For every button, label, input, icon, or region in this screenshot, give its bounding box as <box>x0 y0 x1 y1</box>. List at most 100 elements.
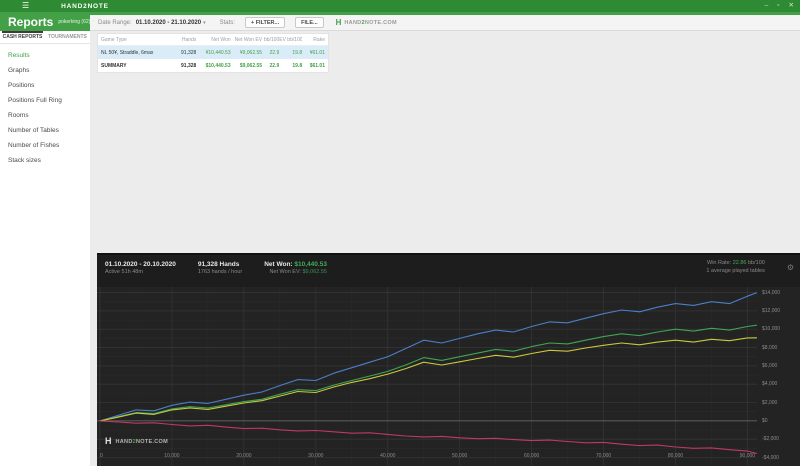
graph-hands-per-hour: 1763 hands / hour <box>197 269 243 276</box>
sidebar: Reports pokerking (62) ▾ CASH REPORTS TO… <box>0 12 94 466</box>
results-table: Game Type Hands Net Won Net Won EV bb/10… <box>97 33 329 73</box>
x-axis-tick-label: 80,000 <box>667 453 684 459</box>
account-dropdown[interactable]: pokerking (62) ▾ <box>58 19 94 25</box>
x-axis-tick-label: 30,000 <box>308 453 324 459</box>
sidebar-item-positions[interactable]: Positions <box>0 78 90 93</box>
sidebar-item-stack-sizes[interactable]: Stack sizes <box>0 153 90 168</box>
column-hands[interactable]: Hands <box>170 37 196 43</box>
brand-text: HAND2NOTE.COM <box>344 19 397 26</box>
close-icon[interactable]: ✕ <box>789 2 794 10</box>
graph-hands-group: 91,328 Hands 1763 hands / hour <box>198 260 242 277</box>
y-axis-tick-label: $8,000 <box>762 344 778 351</box>
sidebar-item-number-of-tables[interactable]: Number of Tables <box>0 123 90 138</box>
header-accent-strip <box>0 12 800 15</box>
cell-bb100: 22.9 <box>269 62 280 69</box>
cell-bb100: 22.9 <box>269 49 280 56</box>
column-ev-bb100[interactable]: EV bb/100 <box>279 37 302 43</box>
cell-hands: 91,328 <box>181 49 197 56</box>
hamburger-menu-icon[interactable]: ☰ <box>22 2 29 10</box>
winnings-line-chart[interactable]: H HAND2NOTE.COM $14,000 $12,000 $10,000 $8,… <box>97 287 800 466</box>
cell-rake: ¥61.01 <box>309 49 325 56</box>
y-axis-tick-label: -$2,000 <box>762 436 779 443</box>
y-axis-tick-label: $4,000 <box>762 381 778 388</box>
column-bb100[interactable]: bb/100 <box>262 37 279 43</box>
stats-label: Stats: <box>219 19 235 26</box>
gear-icon[interactable]: ⚙ <box>787 263 794 272</box>
date-range-selector[interactable]: 01.10.2020 - 21.10.2020 <box>136 20 201 26</box>
date-range-label: Date Range: <box>98 19 132 26</box>
graph-winrate-group: Win Rate: 22.86 bb/100 1 average played … <box>706 260 764 276</box>
table-row[interactable]: NL 50¥, Straddle, 6max 91,328 ¥10,440.53… <box>98 46 328 59</box>
x-axis-tick-label: 90,000 <box>739 453 756 459</box>
watermark-text: HAND2NOTE.COM <box>115 438 168 445</box>
x-axis-tick-label: 60,000 <box>523 453 540 459</box>
cell-game-type: NL 50¥, Straddle, 6max <box>101 49 154 56</box>
chart-watermark: H HAND2NOTE.COM <box>105 437 168 446</box>
page-title: Reports <box>8 14 54 29</box>
file-button[interactable]: FILE... <box>295 17 324 28</box>
win-rate-value: 22.86 <box>732 260 747 266</box>
sidebar-menu: Results Graphs Positions Positions Full … <box>0 44 90 168</box>
table-header-row: Game Type Hands Net Won Net Won EV bb/10… <box>98 34 328 46</box>
maximize-icon[interactable]: ▫ <box>777 2 779 10</box>
cell-net-won-ev: ¥9,062.55 <box>239 49 263 56</box>
win-rate-unit: bb/100 <box>748 260 765 266</box>
net-won-label: Net Won: <box>264 261 293 268</box>
cell-ev-bb100: 19.8 <box>292 62 303 69</box>
net-won-value: $10,440.53 <box>294 261 327 268</box>
yellow-line <box>99 337 758 422</box>
filter-button[interactable]: + FILTER... <box>244 17 286 28</box>
x-axis-tick-label: 20,000 <box>236 453 252 459</box>
app-title: HAND2NOTE <box>61 2 109 10</box>
cell-ev-bb100: 19.8 <box>292 49 303 56</box>
cell-net-won: ¥10,440.53 <box>205 49 231 56</box>
hand2note-logo-icon: H <box>105 436 112 446</box>
graph-panel: 01.10.2020 - 20.10.2020 Active 51h 48m 9… <box>97 253 800 466</box>
y-axis-tick-label: $10,000 <box>762 326 781 333</box>
graph-active-time: Active 51h 48m <box>105 269 143 276</box>
column-net-won[interactable]: Net Won <box>196 37 230 43</box>
graph-date-range: 01.10.2020 - 20.10.2020 <box>105 261 176 268</box>
table-row-summary[interactable]: SUMMARY 91,328 $10,440.53 $9,062.55 22.9… <box>98 59 328 72</box>
sidebar-item-results[interactable]: Results <box>0 48 90 63</box>
toolbar: Date Range: 01.10.2020 - 21.10.2020 ▾ St… <box>90 15 800 31</box>
sidebar-item-graphs[interactable]: Graphs <box>0 63 90 78</box>
report-type-tabs: CASH REPORTS TOURNAMENTS <box>0 31 90 44</box>
x-axis-tick-label: 70,000 <box>595 453 612 459</box>
brand-link[interactable]: H HAND2NOTE.COM <box>335 17 397 27</box>
sidebar-item-rooms[interactable]: Rooms <box>0 108 90 123</box>
column-net-won-ev[interactable]: Net Won EV <box>231 37 262 43</box>
avg-tables: 1 average played tables <box>706 267 765 274</box>
column-game-type[interactable]: Game Type <box>101 37 170 43</box>
x-axis-tick-label: 40,000 <box>380 453 396 459</box>
minimize-icon[interactable]: – <box>765 2 769 10</box>
column-rake[interactable]: Rake <box>302 37 325 43</box>
y-axis-tick-label: $12,000 <box>762 307 781 314</box>
graph-header: 01.10.2020 - 20.10.2020 Active 51h 48m 9… <box>97 255 800 287</box>
net-won-ev-label: Net Won EV: <box>269 269 301 276</box>
y-axis-tick-label: $2,000 <box>762 399 778 406</box>
cell-net-won-ev: $9,062.55 <box>239 62 263 69</box>
y-axis-tick-label: -$4,000 <box>762 454 779 461</box>
cell-hands: 91,328 <box>181 62 197 69</box>
tab-cash-reports[interactable]: CASH REPORTS <box>0 31 45 43</box>
net-won-ev-value: $9,062.55 <box>302 269 327 276</box>
window-titlebar: ☰ HAND2NOTE – ▫ ✕ <box>0 0 800 12</box>
x-axis-tick-label: 50,000 <box>452 453 468 459</box>
graph-date-range-group: 01.10.2020 - 20.10.2020 Active 51h 48m <box>105 260 176 277</box>
graph-net-won-group: Net Won: $10,440.53 Net Won EV: $9,062.5… <box>264 260 327 277</box>
green-line <box>99 324 758 422</box>
x-axis-tick-label: 0 <box>100 453 103 459</box>
y-axis-tick-label: $0 <box>762 417 768 424</box>
sidebar-header: Reports pokerking (62) ▾ <box>0 12 94 31</box>
window-controls: – ▫ ✕ <box>765 2 794 10</box>
sidebar-item-positions-full-ring[interactable]: Positions Full Ring <box>0 93 90 108</box>
win-rate-label: Win Rate: <box>707 260 732 266</box>
cell-rake: $61.01 <box>309 62 325 69</box>
cell-game-type: SUMMARY <box>101 62 127 69</box>
y-axis-tick-label: $6,000 <box>762 362 778 369</box>
cell-net-won: $10,440.53 <box>205 62 231 69</box>
sidebar-item-number-of-fishes[interactable]: Number of Fishes <box>0 138 90 153</box>
tab-tournaments[interactable]: TOURNAMENTS <box>45 31 90 43</box>
hand2note-logo-icon: H <box>335 17 342 27</box>
